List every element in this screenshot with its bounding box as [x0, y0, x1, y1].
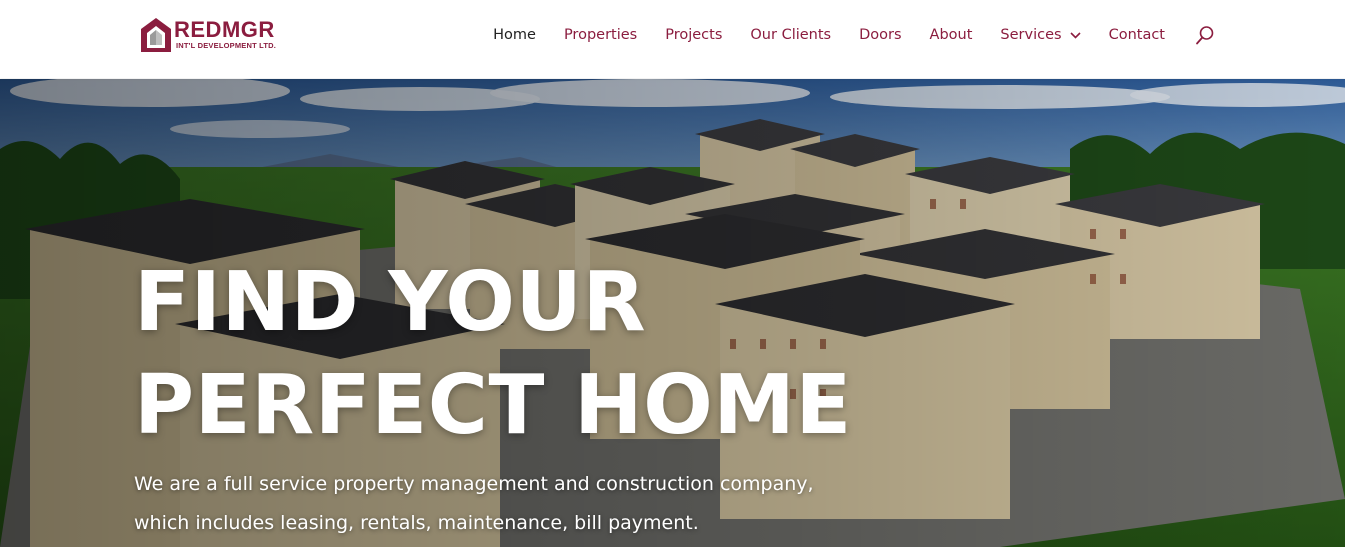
hero-description-line-1: We are a full service property managemen…	[134, 473, 814, 495]
site-logo[interactable]: REDMGR INT'L DEVELOPMENT LTD.	[140, 16, 300, 58]
hero-description-line-2: which includes leasing, rentals, mainten…	[134, 512, 699, 534]
brand-tagline: INT'L DEVELOPMENT LTD.	[176, 41, 277, 50]
search-icon	[1196, 26, 1214, 45]
brand-name: REDMGR	[174, 17, 275, 42]
hero-description: We are a full service property managemen…	[134, 465, 854, 543]
nav-item-services[interactable]: Services	[1000, 27, 1081, 43]
nav-item-our-clients[interactable]: Our Clients	[750, 27, 831, 43]
house-logo-icon	[141, 18, 171, 52]
nav-item-services-label: Services	[1000, 27, 1062, 43]
hero-title-line-2: PERFECT HOME	[134, 358, 852, 453]
hero-title-line-1: FIND YOUR	[134, 255, 647, 350]
main-navigation: Home Properties Projects Our Clients Doo…	[493, 22, 1215, 48]
nav-item-home[interactable]: Home	[493, 27, 536, 43]
nav-item-about[interactable]: About	[930, 27, 973, 43]
chevron-down-icon	[1070, 31, 1081, 39]
hero-title: FIND YOUR PERFECT HOME	[134, 251, 852, 457]
hero-banner: FIND YOUR PERFECT HOME We are a full ser…	[0, 79, 1345, 547]
nav-item-properties[interactable]: Properties	[564, 27, 637, 43]
nav-item-projects[interactable]: Projects	[665, 27, 722, 43]
site-header: REDMGR INT'L DEVELOPMENT LTD. Home Prope…	[0, 0, 1345, 78]
nav-item-doors[interactable]: Doors	[859, 27, 901, 43]
nav-item-contact[interactable]: Contact	[1109, 27, 1165, 43]
search-button[interactable]	[1195, 25, 1215, 45]
